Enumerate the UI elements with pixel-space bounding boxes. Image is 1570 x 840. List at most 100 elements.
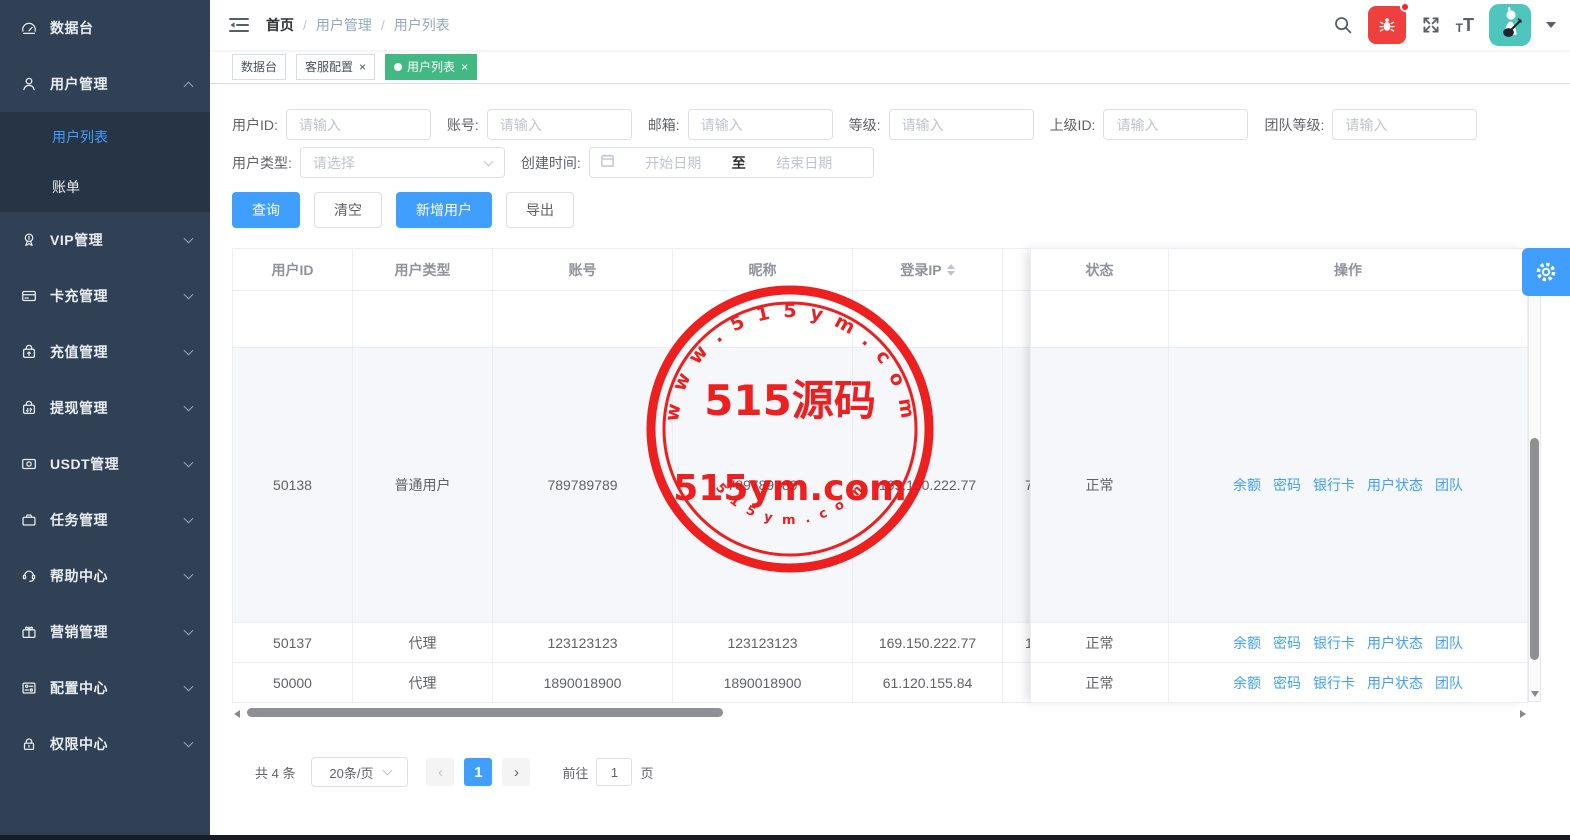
recharge-icon [20, 343, 38, 361]
parent-id-input[interactable] [1103, 109, 1248, 140]
next-page-button[interactable]: › [502, 758, 530, 786]
tags-view-bar: 数据台 客服配置 × 用户列表 × [210, 50, 1570, 84]
balance-link[interactable]: 余额 [1233, 475, 1261, 495]
sidebar-item-bills[interactable]: 账单 [0, 162, 210, 212]
team-link[interactable]: 团队 [1435, 673, 1463, 693]
search-button[interactable]: 查询 [232, 192, 300, 228]
table-row [1031, 291, 1528, 348]
main-area: 首页 / 用户管理 / 用户列表 TT [210, 0, 1570, 840]
table-header-row: 状态 操作 [1031, 249, 1528, 291]
navbar-actions: TT [1333, 4, 1556, 46]
sort-icon[interactable] [947, 264, 955, 276]
font-size-icon[interactable]: TT [1456, 16, 1474, 34]
password-link[interactable]: 密码 [1273, 475, 1301, 495]
start-date-field[interactable]: 开始日期 [615, 153, 732, 173]
theme-settings-button[interactable] [1522, 248, 1570, 296]
level-input[interactable] [889, 109, 1034, 140]
scroll-left-icon[interactable] [234, 710, 240, 718]
table-fixed-columns: 状态 操作 正常 余额 密码 银行卡 用户状态 [1030, 248, 1528, 703]
user-status-link[interactable]: 用户状态 [1367, 673, 1423, 693]
chevron-down-icon [184, 402, 194, 412]
search-icon[interactable] [1333, 15, 1353, 35]
team-level-input[interactable] [1332, 109, 1477, 140]
clear-button[interactable]: 清空 [314, 192, 382, 228]
bottom-strip [0, 835, 1570, 840]
active-dot-icon [394, 63, 402, 71]
tab-dashboard[interactable]: 数据台 [232, 54, 286, 80]
email-input[interactable] [688, 109, 833, 140]
sidebar-item-dashboard[interactable]: 数据台 [0, 0, 210, 56]
user-type-select[interactable]: 请选择 [300, 147, 505, 178]
sidebar-item-user-list[interactable]: 用户列表 [0, 112, 210, 162]
password-link[interactable]: 密码 [1273, 673, 1301, 693]
users-icon [20, 75, 38, 93]
close-icon[interactable]: × [359, 60, 366, 74]
bank-card-link[interactable]: 银行卡 [1313, 673, 1355, 693]
admin-app: 数据台 用户管理 用户列表 账单 VIP管理 [0, 0, 1570, 840]
error-log-button[interactable] [1368, 6, 1406, 44]
scroll-down-icon[interactable] [1531, 691, 1539, 697]
vertical-scrollbar-thumb[interactable] [1530, 438, 1539, 660]
horizontal-scrollbar[interactable] [232, 707, 1528, 721]
avatar-dropdown-caret[interactable] [1546, 22, 1556, 28]
table-row: 正常 余额 密码 银行卡 用户状态 团队 [1031, 623, 1528, 663]
sidebar: 数据台 用户管理 用户列表 账单 VIP管理 [0, 0, 210, 840]
page-1-button[interactable]: 1 [464, 758, 492, 786]
fullscreen-icon[interactable] [1421, 15, 1441, 35]
chevron-down-icon [382, 766, 392, 776]
table-row: 正常 余额 密码 银行卡 用户状态 团队 [1031, 663, 1528, 703]
filter-row-1: 用户ID: 账号: 邮箱: 等级: 上级ID: [232, 108, 1570, 141]
sidebar-item-card-recharge[interactable]: 卡充管理 [0, 268, 210, 324]
export-button[interactable]: 导出 [506, 192, 574, 228]
status-badge: 正常 [1031, 623, 1169, 663]
password-link[interactable]: 密码 [1273, 633, 1301, 653]
sidebar-item-config-center[interactable]: 配置中心 [0, 660, 210, 716]
chevron-down-icon [184, 626, 194, 636]
sidebar-item-recharge-mgmt[interactable]: 充值管理 [0, 324, 210, 380]
vertical-scrollbar[interactable] [1528, 248, 1541, 702]
balance-link[interactable]: 余额 [1233, 633, 1261, 653]
sidebar-collapse-icon[interactable] [228, 14, 250, 36]
team-link[interactable]: 团队 [1435, 475, 1463, 495]
tab-user-list[interactable]: 用户列表 × [385, 54, 477, 80]
sidebar-item-marketing-mgmt[interactable]: 营销管理 [0, 604, 210, 660]
dashboard-icon [20, 19, 38, 37]
team-link[interactable]: 团队 [1435, 633, 1463, 653]
user-status-link[interactable]: 用户状态 [1367, 633, 1423, 653]
prev-page-button[interactable]: ‹ [426, 758, 454, 786]
chevron-down-icon [184, 570, 194, 580]
page-size-select[interactable]: 20条/页 [311, 757, 408, 787]
status-badge: 正常 [1031, 663, 1169, 703]
tab-service-config[interactable]: 客服配置 × [296, 54, 375, 80]
balance-link[interactable]: 余额 [1233, 673, 1261, 693]
bank-card-link[interactable]: 银行卡 [1313, 475, 1355, 495]
breadcrumb-home[interactable]: 首页 [266, 15, 294, 35]
sidebar-item-withdraw-mgmt[interactable]: 提现管理 [0, 380, 210, 436]
date-range-picker[interactable]: 开始日期 至 结束日期 [589, 147, 874, 178]
status-badge: 正常 [1031, 348, 1169, 623]
chevron-down-icon [184, 346, 194, 356]
end-date-field[interactable]: 结束日期 [746, 153, 863, 173]
scroll-right-icon[interactable] [1520, 710, 1526, 718]
horizontal-scrollbar-thumb[interactable] [247, 708, 723, 717]
goto-page-input[interactable] [596, 758, 632, 786]
sidebar-item-usdt-mgmt[interactable]: USDT管理 [0, 436, 210, 492]
close-icon[interactable]: × [461, 60, 468, 74]
user-table: 用户ID 用户类型 账号 昵称 登录IP [232, 248, 1540, 703]
permission-icon [20, 735, 38, 753]
chevron-down-icon [184, 458, 194, 468]
navbar: 首页 / 用户管理 / 用户列表 TT [210, 0, 1570, 50]
avatar[interactable] [1489, 4, 1531, 46]
sidebar-item-help-center[interactable]: 帮助中心 [0, 548, 210, 604]
user-id-input[interactable] [286, 109, 431, 140]
toolbar: 查询 清空 新增用户 导出 [232, 192, 1570, 228]
user-status-link[interactable]: 用户状态 [1367, 475, 1423, 495]
breadcrumb-user-mgmt[interactable]: 用户管理 [316, 15, 372, 35]
add-user-button[interactable]: 新增用户 [396, 192, 492, 228]
sidebar-item-task-mgmt[interactable]: 任务管理 [0, 492, 210, 548]
sidebar-item-permission-center[interactable]: 权限中心 [0, 716, 210, 772]
account-input[interactable] [487, 109, 632, 140]
bank-card-link[interactable]: 银行卡 [1313, 633, 1355, 653]
sidebar-item-user-mgmt[interactable]: 用户管理 [0, 56, 210, 112]
sidebar-item-vip-mgmt[interactable]: VIP管理 [0, 212, 210, 268]
